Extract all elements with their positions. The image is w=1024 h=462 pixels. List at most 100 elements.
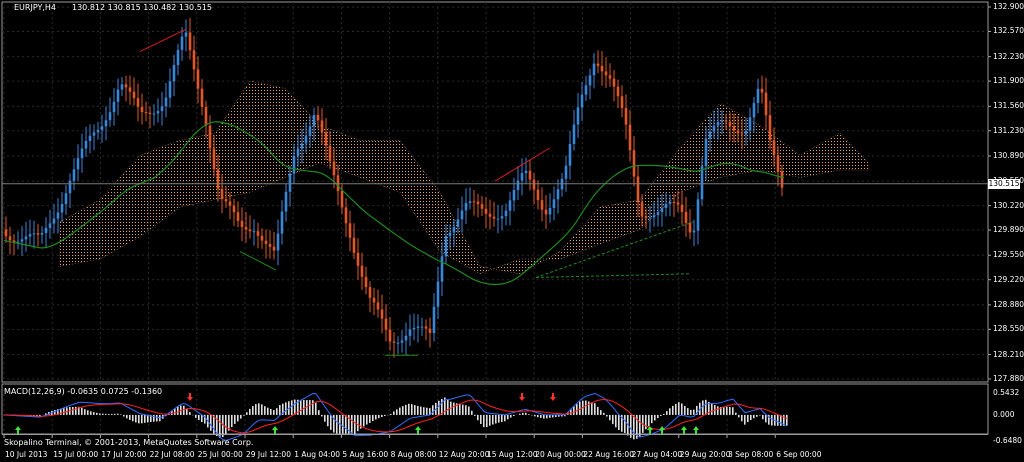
macd-histogram-bar (675, 403, 677, 415)
candle-body (376, 302, 380, 310)
candle-body (744, 130, 748, 135)
macd-axis-label: 0.5432 (993, 388, 1020, 397)
macd-histogram-bar (351, 414, 353, 434)
macd-histogram-bar (114, 413, 116, 415)
macd-histogram-bar (324, 414, 326, 422)
candle-body (320, 120, 324, 133)
candle-body (160, 106, 164, 112)
time-label: 27 Aug 04:00 (631, 450, 683, 459)
candle-body (716, 121, 720, 126)
candle-body (96, 129, 100, 133)
macd-histogram-bar (756, 414, 758, 417)
candle-body (736, 130, 740, 134)
candle-body (40, 232, 44, 235)
candle-body (576, 107, 580, 125)
current-price-label: 130.515 (988, 178, 1020, 189)
macd-histogram-bar (72, 406, 74, 415)
candle-body (56, 212, 60, 219)
macd-histogram-bar (153, 414, 155, 422)
price-label: 132.900 (993, 2, 1024, 11)
candle-body (264, 240, 268, 244)
candle-body (740, 133, 744, 135)
time-label: 29 Jul 12:00 (246, 450, 291, 459)
candle-body (412, 327, 416, 330)
macd-histogram-bar (87, 410, 89, 415)
chart-window[interactable]: EURJPY,H4 130.812 130.815 130.482 130.51… (0, 0, 1024, 462)
candle-body (388, 329, 392, 342)
macd-histogram-bar (237, 414, 239, 422)
candle-body (544, 209, 548, 215)
time-label: 17 Jul 20:00 (101, 450, 147, 459)
macd-histogram-bar (480, 414, 482, 424)
macd-histogram-bar (369, 414, 371, 423)
candle-body (732, 126, 736, 131)
macd-histogram-bar (378, 414, 380, 419)
candle-body (588, 75, 592, 86)
macd-histogram-bar (294, 399, 296, 415)
candle-body (188, 32, 192, 51)
candle-body (336, 175, 340, 192)
candle-body (648, 217, 652, 219)
macd-histogram-bar (468, 406, 470, 415)
macd-histogram-bar (693, 409, 695, 415)
candle-body (44, 227, 48, 233)
macd-histogram-bar (234, 414, 236, 424)
candle-body (696, 199, 700, 231)
candle-body (416, 326, 420, 328)
candle-body (500, 216, 504, 219)
candle-body (476, 201, 480, 205)
candle-body (628, 124, 632, 151)
macd-axis-label: 0.000 (993, 409, 1015, 419)
macd-histogram-bar (315, 402, 317, 415)
macd-histogram-bar (342, 414, 344, 434)
candle-body (756, 88, 760, 104)
macd-histogram-bar (246, 412, 248, 415)
macd-histogram-bar (525, 412, 527, 415)
macd-histogram-bar (144, 414, 146, 423)
macd-histogram-bar (141, 414, 143, 424)
macd-histogram-bar (240, 414, 242, 419)
sell-arrow-icon (187, 393, 193, 401)
time-label: 22 Jul 08:00 (149, 450, 195, 459)
candle-body (404, 335, 408, 341)
candle-body (656, 212, 660, 216)
candle-body (172, 65, 176, 82)
macd-histogram-bar (654, 414, 656, 421)
candle-body (104, 120, 108, 127)
candle-body (156, 111, 160, 114)
macd-histogram-bar (543, 414, 545, 419)
macd-histogram-bar (609, 414, 611, 421)
candle-body (52, 218, 56, 224)
candle-body (144, 112, 148, 114)
candle-body (84, 140, 88, 149)
macd-histogram-bar (84, 409, 86, 415)
macd-histogram-bar (717, 406, 719, 415)
macd-histogram-bar (243, 414, 245, 416)
candle-body (484, 208, 488, 214)
candle-body (356, 252, 360, 266)
macd-histogram-bar (267, 407, 269, 415)
candle-body (48, 223, 52, 228)
candle-body (520, 173, 524, 181)
macd-histogram-bar (354, 414, 356, 435)
candle-body (612, 78, 616, 87)
macd-histogram-bar (585, 400, 587, 415)
macd-histogram-bar (312, 400, 314, 415)
candle-body (68, 180, 72, 194)
time-label: 12 Aug 20:00 (438, 450, 490, 459)
macd-histogram-bar (729, 407, 731, 415)
candle-body (456, 219, 460, 227)
candle-body (752, 103, 756, 118)
macd-axis-label: -0.6480 (993, 436, 1022, 445)
candle-body (148, 112, 152, 114)
candle-body (636, 176, 640, 203)
candle-body (360, 265, 364, 277)
macd-histogram-bar (81, 407, 83, 415)
candle-body (60, 204, 64, 213)
candle-body (184, 32, 188, 37)
candle-body (244, 227, 248, 230)
time-label: 3 Sep 08:00 (728, 450, 774, 459)
macd-histogram-bar (591, 402, 593, 415)
macd-histogram-bar (459, 403, 461, 415)
candle-body (680, 204, 684, 212)
